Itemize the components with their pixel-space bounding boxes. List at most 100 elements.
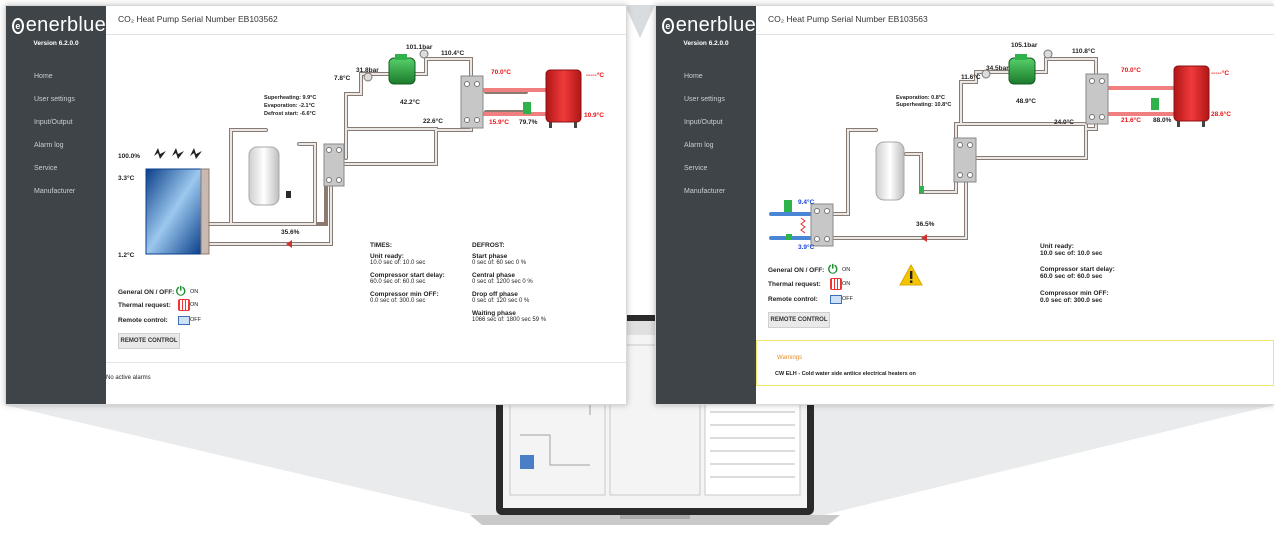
evaporation-readout: Evaporation: -2.1°C bbox=[264, 103, 315, 109]
version-label: Version 6.2.0.0 bbox=[683, 40, 729, 47]
alarm-panel: No active alarms bbox=[106, 362, 626, 404]
times-value-unit-ready: 10.0 sec of: 10.0 sec bbox=[370, 260, 426, 266]
logo-text: enerblue bbox=[675, 14, 756, 36]
defrost-heading: DEFROST: bbox=[472, 242, 505, 249]
times-label-unit-ready: Unit ready: bbox=[370, 253, 404, 260]
defrost-value-drop-off: 0 sec of: 120 sec 0 % bbox=[472, 298, 530, 304]
tank-temp-readout: -----°C bbox=[1211, 70, 1230, 77]
nav-item-manufacturer[interactable]: Manufacturer bbox=[656, 180, 756, 203]
nav-item-alarm-log[interactable]: Alarm log bbox=[6, 134, 106, 157]
sidebar: e enerblue Version 6.2.0.0 Home User set… bbox=[6, 6, 106, 404]
evaporation-readout: Evaporation: 0.8°C bbox=[896, 95, 945, 101]
tank-temp-readout: -----°C bbox=[586, 72, 605, 79]
heater-icon bbox=[178, 299, 190, 311]
defrost-label-drop-off: Drop off phase bbox=[472, 291, 518, 298]
warning-text: CW ELH - Cold water side antiice electri… bbox=[775, 371, 916, 377]
thermal-request-value: ON bbox=[190, 302, 199, 308]
times-value-start-delay: 60.0 sec of: 60.0 sec bbox=[370, 279, 426, 285]
air-temp-readout: 3.3°C bbox=[118, 175, 135, 182]
low-pressure-readout: 31.8bar bbox=[356, 67, 379, 74]
defrost-value-start: 0 sec of: 60 sec 0 % bbox=[472, 260, 527, 266]
main-content: CO₂ Heat Pump Serial Number EB103562 101… bbox=[106, 6, 626, 404]
times-label-start-delay: Compressor start delay: bbox=[1040, 266, 1115, 273]
defrost-label-start: Start phase bbox=[472, 253, 508, 260]
outlet-temp-readout: 10.9°C bbox=[584, 112, 604, 119]
thermal-request-label: Thermal request: bbox=[768, 281, 821, 288]
defrost-value-central: 0 sec of: 1200 sec 0 % bbox=[472, 279, 533, 285]
defrost-label-waiting: Waiting phase bbox=[472, 310, 516, 317]
heat-pump-schematic bbox=[769, 49, 1210, 247]
main-content: CO₂ Heat Pump Serial Number EB103563 105… bbox=[756, 6, 1274, 404]
high-pressure-readout: 101.1bar bbox=[406, 44, 433, 51]
monitor-icon bbox=[830, 295, 842, 304]
general-on-off-value: ON bbox=[842, 267, 851, 273]
nav-item-user-settings[interactable]: User settings bbox=[656, 88, 756, 111]
nav-item-manufacturer[interactable]: Manufacturer bbox=[6, 180, 106, 203]
power-icon[interactable]: ⏻ bbox=[828, 262, 838, 277]
nav-item-input-output[interactable]: Input/Output bbox=[6, 111, 106, 134]
valve-opening-readout: 88.0% bbox=[1153, 117, 1172, 124]
page-title: CO₂ Heat Pump Serial Number EB103562 bbox=[106, 6, 626, 35]
gas-cooler-out-temp-readout: 22.6°C bbox=[423, 118, 443, 125]
nav-item-home[interactable]: Home bbox=[6, 65, 106, 88]
remote-control-label: Remote control: bbox=[768, 296, 818, 303]
version-label: Version 6.2.0.0 bbox=[33, 40, 79, 47]
page-title: CO₂ Heat Pump Serial Number EB103563 bbox=[756, 6, 1274, 35]
logo-text: enerblue bbox=[25, 14, 106, 36]
warning-icon bbox=[899, 264, 923, 286]
suction-temp-readout: 7.8°C bbox=[334, 75, 351, 82]
nav-item-input-output[interactable]: Input/Output bbox=[656, 111, 756, 134]
heater-icon bbox=[830, 278, 842, 290]
low-pressure-readout: 34.5bar bbox=[986, 65, 1009, 72]
logo: e enerblue bbox=[656, 6, 756, 37]
times-value-min-off: 0.0 sec of: 300.0 sec bbox=[1040, 297, 1103, 304]
supply-temp-readout: 70.0°C bbox=[1121, 67, 1141, 74]
valve-opening-readout: 79.7% bbox=[519, 119, 538, 126]
left-panel: e enerblue Version 6.2.0.0 Home User set… bbox=[5, 5, 627, 405]
superheating-readout: Superheating: 9.9°C bbox=[264, 95, 317, 101]
thermal-request-label: Thermal request: bbox=[118, 302, 171, 309]
sidebar: e enerblue Version 6.2.0.0 Home User set… bbox=[656, 6, 756, 404]
expansion-valve-readout: 35.6% bbox=[281, 229, 300, 236]
warning-panel: Warnings CW ELH - Cold water side antiic… bbox=[756, 340, 1274, 386]
superheating-readout: Superheating: 10.8°C bbox=[896, 102, 952, 108]
warning-title: Warnings bbox=[777, 355, 803, 361]
times-value-unit-ready: 10.0 sec of: 10.0 sec bbox=[1040, 250, 1103, 257]
compressor-temp-readout: 48.9°C bbox=[1016, 98, 1036, 105]
times-label-start-delay: Compressor start delay: bbox=[370, 272, 445, 279]
times-label-min-off: Compressor min OFF: bbox=[1040, 290, 1109, 297]
times-value-start-delay: 60.0 sec of: 60.0 sec bbox=[1040, 273, 1103, 280]
monitor-icon bbox=[178, 316, 190, 325]
general-on-off-value: ON bbox=[190, 289, 199, 295]
fan-speed-readout: 100.0% bbox=[118, 153, 141, 160]
water-in-temp-readout: 9.4°C bbox=[798, 199, 815, 206]
suction-temp-readout: 11.6°C bbox=[961, 74, 981, 81]
nav-item-alarm-log[interactable]: Alarm log bbox=[656, 134, 756, 157]
compressor-temp-readout: 42.2°C bbox=[400, 99, 420, 106]
remote-control-button[interactable]: REMOTE CONTROL bbox=[118, 333, 180, 349]
outlet-temp-readout: 28.6°C bbox=[1211, 111, 1231, 118]
times-value-min-off: 0.0 sec of: 300.0 sec bbox=[370, 298, 426, 304]
nav-item-user-settings[interactable]: User settings bbox=[6, 88, 106, 111]
nav-item-service[interactable]: Service bbox=[656, 157, 756, 180]
thermal-request-value: ON bbox=[842, 281, 851, 287]
nav-item-home[interactable]: Home bbox=[656, 65, 756, 88]
remote-control-button[interactable]: REMOTE CONTROL bbox=[768, 312, 830, 328]
times-label-min-off: Compressor min OFF: bbox=[370, 291, 439, 298]
discharge-temp-readout: 110.4°C bbox=[441, 50, 465, 57]
times-heading: TIMES: bbox=[370, 242, 393, 249]
return-temp-readout: 21.6°C bbox=[1121, 117, 1141, 124]
nav-menu: Home User settings Input/Output Alarm lo… bbox=[656, 65, 756, 203]
power-icon[interactable]: ⏻ bbox=[176, 284, 186, 299]
nav-item-service[interactable]: Service bbox=[6, 157, 106, 180]
general-on-off-label: General ON / OFF: bbox=[118, 289, 175, 296]
alarm-status-text: No active alarms bbox=[106, 375, 151, 381]
nav-menu: Home User settings Input/Output Alarm lo… bbox=[6, 65, 106, 203]
logo-icon: e bbox=[662, 17, 674, 34]
logo: e enerblue bbox=[6, 6, 106, 37]
times-label-unit-ready: Unit ready: bbox=[1040, 243, 1074, 250]
coil-temp-readout: 1.2°C bbox=[118, 252, 135, 259]
defrost-value-waiting: 1066 sec of: 1800 sec 59 % bbox=[472, 317, 547, 323]
return-temp-readout: 15.9°C bbox=[489, 119, 509, 126]
logo-icon: e bbox=[12, 17, 24, 34]
